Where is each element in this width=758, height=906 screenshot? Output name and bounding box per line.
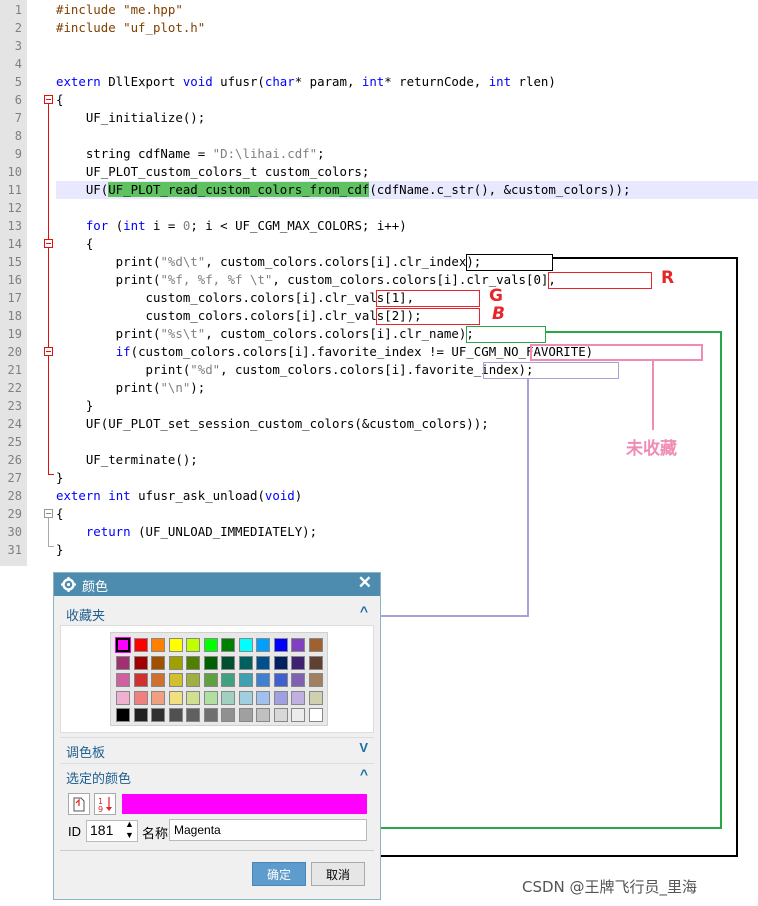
pick-from-object-button[interactable] bbox=[68, 793, 90, 815]
favorites-swatch-grid bbox=[110, 632, 328, 726]
spin-down-icon[interactable]: ▼ bbox=[125, 830, 134, 840]
sort-button[interactable]: 1 9 bbox=[94, 793, 116, 815]
name-field[interactable]: Magenta bbox=[169, 819, 367, 841]
color-swatch[interactable] bbox=[273, 638, 288, 652]
palette-section-header[interactable]: 调色板 V bbox=[60, 737, 374, 760]
color-swatch[interactable] bbox=[133, 638, 148, 652]
color-swatch[interactable] bbox=[116, 690, 130, 705]
id-value: 181 bbox=[90, 822, 114, 838]
sort-icon: 1 9 bbox=[98, 797, 112, 814]
color-swatch[interactable] bbox=[291, 673, 305, 687]
color-swatch[interactable] bbox=[256, 690, 270, 705]
color-swatch[interactable] bbox=[273, 690, 288, 705]
color-swatch[interactable] bbox=[116, 708, 130, 722]
color-swatch[interactable] bbox=[186, 708, 200, 722]
color-swatch[interactable] bbox=[273, 708, 288, 722]
color-swatch[interactable] bbox=[151, 708, 165, 722]
color-swatch[interactable] bbox=[221, 655, 235, 670]
color-swatch[interactable] bbox=[238, 655, 253, 670]
selected-label: 选定的颜色 bbox=[66, 771, 132, 786]
ok-button[interactable]: 确定 bbox=[252, 862, 306, 886]
color-swatch[interactable] bbox=[308, 673, 323, 687]
color-swatch[interactable] bbox=[168, 690, 183, 705]
color-swatch[interactable] bbox=[115, 637, 131, 653]
color-swatch[interactable] bbox=[151, 638, 165, 652]
color-swatch[interactable] bbox=[291, 655, 305, 670]
color-swatch[interactable] bbox=[168, 673, 183, 687]
color-swatch[interactable] bbox=[168, 638, 183, 652]
color-swatch[interactable] bbox=[291, 638, 305, 652]
color-swatch[interactable] bbox=[291, 690, 305, 705]
selected-color-swatch bbox=[122, 794, 367, 814]
cancel-button[interactable]: 取消 bbox=[311, 862, 365, 886]
color-swatch[interactable] bbox=[238, 708, 253, 722]
dialog-title-bar: 颜色 ✕ bbox=[54, 573, 380, 596]
name-value: Magenta bbox=[174, 823, 221, 837]
color-swatch[interactable] bbox=[256, 708, 270, 722]
color-swatch[interactable] bbox=[308, 690, 323, 705]
color-swatch[interactable] bbox=[308, 708, 323, 722]
color-swatch[interactable] bbox=[133, 690, 148, 705]
color-swatch[interactable] bbox=[221, 690, 235, 705]
color-swatch[interactable] bbox=[133, 655, 148, 670]
dialog-title: 颜色 bbox=[82, 579, 109, 594]
chevron-up-icon[interactable]: ^ bbox=[360, 766, 368, 782]
divider bbox=[60, 850, 374, 851]
name-label: 名称 bbox=[142, 826, 169, 841]
favorites-label: 收藏夹 bbox=[66, 608, 106, 623]
color-swatch[interactable] bbox=[291, 708, 305, 722]
color-swatch[interactable] bbox=[273, 655, 288, 670]
color-swatch[interactable] bbox=[273, 673, 288, 687]
color-swatch[interactable] bbox=[168, 708, 183, 722]
color-swatch[interactable] bbox=[116, 673, 130, 687]
spin-up-icon[interactable]: ▲ bbox=[125, 819, 134, 829]
color-swatch[interactable] bbox=[186, 638, 200, 652]
color-swatch[interactable] bbox=[256, 673, 270, 687]
color-swatch[interactable] bbox=[308, 655, 323, 670]
gear-icon bbox=[61, 577, 76, 592]
selected-section-header[interactable]: 选定的颜色 ^ bbox=[60, 763, 374, 786]
color-swatch[interactable] bbox=[203, 708, 218, 722]
color-swatch[interactable] bbox=[256, 638, 270, 652]
color-swatch[interactable] bbox=[186, 690, 200, 705]
page-icon bbox=[73, 797, 85, 812]
color-swatch[interactable] bbox=[203, 638, 218, 652]
color-swatch[interactable] bbox=[203, 673, 218, 687]
id-spinner[interactable]: 181 ▲ ▼ bbox=[86, 819, 138, 842]
color-swatch[interactable] bbox=[221, 708, 235, 722]
color-swatch[interactable] bbox=[256, 655, 270, 670]
color-swatch[interactable] bbox=[168, 655, 183, 670]
color-swatch[interactable] bbox=[116, 655, 130, 670]
color-swatch[interactable] bbox=[186, 655, 200, 670]
color-swatch[interactable] bbox=[308, 638, 323, 652]
color-swatch[interactable] bbox=[186, 673, 200, 687]
id-label: ID bbox=[68, 824, 81, 839]
color-swatch[interactable] bbox=[221, 673, 235, 687]
close-icon[interactable]: ✕ bbox=[358, 573, 372, 593]
chevron-up-icon[interactable]: ^ bbox=[360, 603, 368, 619]
color-swatch[interactable] bbox=[133, 708, 148, 722]
color-swatch[interactable] bbox=[203, 690, 218, 705]
color-swatch[interactable] bbox=[151, 655, 165, 670]
palette-label: 调色板 bbox=[66, 745, 106, 760]
color-swatch[interactable] bbox=[203, 655, 218, 670]
color-swatch[interactable] bbox=[238, 673, 253, 687]
favorites-section-header[interactable]: 收藏夹 ^ bbox=[60, 603, 374, 624]
color-swatch[interactable] bbox=[133, 673, 148, 687]
color-swatch[interactable] bbox=[151, 673, 165, 687]
color-swatch[interactable] bbox=[221, 638, 235, 652]
color-swatch[interactable] bbox=[151, 690, 165, 705]
chevron-down-icon[interactable]: V bbox=[359, 740, 368, 755]
color-dialog: 颜色 ✕ 收藏夹 ^ 调色板 V 选定的颜色 ^ 1 9 ID 181 ▲ ▼ bbox=[53, 572, 381, 900]
color-swatch[interactable] bbox=[238, 690, 253, 705]
color-swatch[interactable] bbox=[238, 638, 253, 652]
svg-text:9: 9 bbox=[98, 805, 103, 814]
watermark: CSDN @王牌飞行员_里海 bbox=[522, 878, 698, 896]
